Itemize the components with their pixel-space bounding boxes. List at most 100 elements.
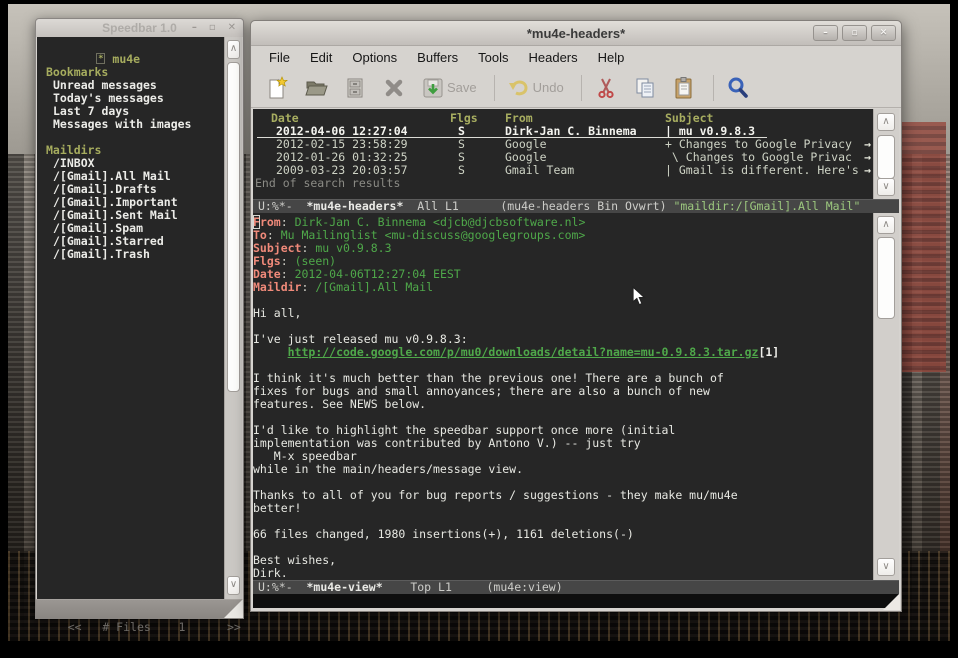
toolbar-separator <box>713 75 714 101</box>
mouse-cursor-icon <box>632 286 648 313</box>
menu-help[interactable]: Help <box>588 50 635 65</box>
speedbar-item[interactable]: Messages with images <box>41 118 224 131</box>
headers-scrollbar[interactable]: ∧ ∨ <box>873 109 899 199</box>
scroll-down-icon[interactable]: ∨ <box>227 576 240 595</box>
speedbar-title: Speedbar 1.0 <box>102 21 177 35</box>
new-file-button[interactable] <box>265 76 289 100</box>
body-line: http://code.google.com/p/mu0/downloads/d… <box>253 346 873 359</box>
open-folder-icon <box>304 76 328 100</box>
emacs-frame-content: DateFlgsFromSubject 2012-04-06 12:27:04S… <box>253 109 899 608</box>
menu-headers[interactable]: Headers <box>518 50 587 65</box>
cut-button[interactable] <box>594 76 618 100</box>
resize-grip[interactable] <box>224 599 243 618</box>
body-line <box>253 411 873 424</box>
field-colon: : <box>301 280 315 294</box>
speedbar-modeline-text: << # Files 1 >> <box>68 620 241 634</box>
menu-edit[interactable]: Edit <box>300 50 342 65</box>
emacs-titlebar[interactable]: *mu4e-headers* – ▫ ✕ <box>251 21 901 46</box>
view-modeline: U:%*- *mu4e-view* Top L1 (mu4e:view) <box>253 580 899 594</box>
window-title: *mu4e-headers* <box>527 26 625 41</box>
modeline-status: U:%*- <box>258 580 306 594</box>
close-buffer-button[interactable] <box>382 76 406 100</box>
field-colon: : <box>267 228 281 242</box>
toolbar: Save Undo <box>251 68 901 108</box>
body-line: implementation was contributed by Antono… <box>253 437 873 450</box>
scrollbar-thumb[interactable] <box>877 237 895 319</box>
open-file-button[interactable] <box>304 76 328 100</box>
field-colon: : <box>281 254 295 268</box>
message-view: From: Dirk-Jan C. Binnema <djcb@djcbsoft… <box>253 213 873 580</box>
undo-label: Undo <box>533 80 564 95</box>
copy-button[interactable] <box>633 76 657 100</box>
field-value: Mu Mailinglist <mu-discuss@googlegroups.… <box>281 228 586 242</box>
scrollbar-thumb[interactable] <box>877 135 895 179</box>
body-line: I think it's much better than the previo… <box>253 372 873 385</box>
body-line: better! <box>253 502 873 515</box>
file-cabinet-icon <box>343 76 367 100</box>
modeline-buffer-name: *mu4e-headers* <box>306 199 403 213</box>
end-of-results-text: End of search results <box>253 177 873 190</box>
body-line: Best wishes, <box>253 554 873 567</box>
cell-subject: | mu v0.9.8.3 <box>665 125 873 138</box>
undo-icon <box>507 76 531 100</box>
scroll-down-icon[interactable]: ∨ <box>877 178 895 196</box>
cell-flags: S <box>450 164 505 177</box>
cell-subject: + Changes to Google Privacy <box>665 138 873 151</box>
cell-from: Gmail Team <box>505 164 665 177</box>
maximize-icon[interactable]: ▫ <box>209 20 216 36</box>
maximize-icon[interactable]: ▫ <box>842 25 867 41</box>
copy-icon <box>633 76 657 100</box>
minimize-icon[interactable]: – <box>813 25 838 41</box>
toolbar-separator <box>581 75 582 101</box>
echo-area[interactable] <box>253 594 899 608</box>
body-line: Hi all, <box>253 307 873 320</box>
speedbar-titlebar[interactable]: Speedbar 1.0 – ▫ ✕ <box>36 19 243 37</box>
dired-button[interactable] <box>343 76 367 100</box>
body-line: I'd like to highlight the speedbar suppo… <box>253 424 873 437</box>
scroll-down-icon[interactable]: ∨ <box>877 558 895 576</box>
speedbar-window: Speedbar 1.0 – ▫ ✕ *mu4e BookmarksUnread… <box>35 18 244 619</box>
save-button[interactable]: Save <box>421 76 477 100</box>
search-button[interactable] <box>726 76 750 100</box>
mu4e-headers-pane: DateFlgsFromSubject 2012-04-06 12:27:04S… <box>253 109 899 199</box>
field-label: Subject <box>253 241 301 255</box>
headers-modeline: U:%*- *mu4e-headers* All L1 (mu4e-header… <box>253 199 899 213</box>
truncation-arrow-icon: → <box>864 164 871 177</box>
minimize-icon[interactable]: – <box>192 20 197 36</box>
body-line: fixes for bugs and small annoyances; the… <box>253 385 873 398</box>
column-subject[interactable]: Subject <box>665 112 873 125</box>
header-row[interactable]: 2009-03-23 20:03:57SGmail Team| Gmail is… <box>253 164 873 177</box>
body-line <box>253 320 873 333</box>
body-line: M-x speedbar <box>253 450 873 463</box>
menu-buffers[interactable]: Buffers <box>407 50 468 65</box>
body-line <box>253 359 873 372</box>
body-line <box>253 515 873 528</box>
body-line: Dirk. <box>253 567 873 580</box>
headers-list: DateFlgsFromSubject 2012-04-06 12:27:04S… <box>253 109 873 199</box>
field-value: Dirk-Jan C. Binnema <djcb@djcbsoftware.n… <box>295 215 586 229</box>
paste-button[interactable] <box>672 76 696 100</box>
menu-options[interactable]: Options <box>342 50 407 65</box>
message-scrollbar[interactable]: ∧ ∨ <box>873 213 899 580</box>
speedbar-scrollbar[interactable]: ∧ ∨ <box>224 37 242 599</box>
undo-button[interactable]: Undo <box>507 76 564 100</box>
scroll-up-icon[interactable]: ∧ <box>877 216 895 234</box>
field-value: (seen) <box>295 254 337 268</box>
body-line: features. See NEWS below. <box>253 398 873 411</box>
scroll-up-icon[interactable]: ∧ <box>227 40 240 59</box>
close-x-icon <box>382 76 406 100</box>
modeline-buffer-name: *mu4e-view* <box>306 580 382 594</box>
menu-file[interactable]: File <box>259 50 300 65</box>
scissors-icon <box>594 76 618 100</box>
speedbar-root-mu4e[interactable]: mu4e <box>112 52 140 66</box>
modeline-status: U:%*- <box>258 199 306 213</box>
close-icon[interactable]: ✕ <box>871 25 896 41</box>
body-link[interactable]: http://code.google.com/p/mu0/downloads/d… <box>288 345 759 359</box>
speedbar-item[interactable]: /[Gmail].Trash <box>41 248 224 261</box>
resize-grip[interactable] <box>883 593 900 610</box>
scrollbar-thumb[interactable] <box>227 62 240 392</box>
expand-button[interactable]: * <box>96 53 105 64</box>
close-icon[interactable]: ✕ <box>228 20 236 36</box>
menu-tools[interactable]: Tools <box>468 50 518 65</box>
scroll-up-icon[interactable]: ∧ <box>877 113 895 131</box>
